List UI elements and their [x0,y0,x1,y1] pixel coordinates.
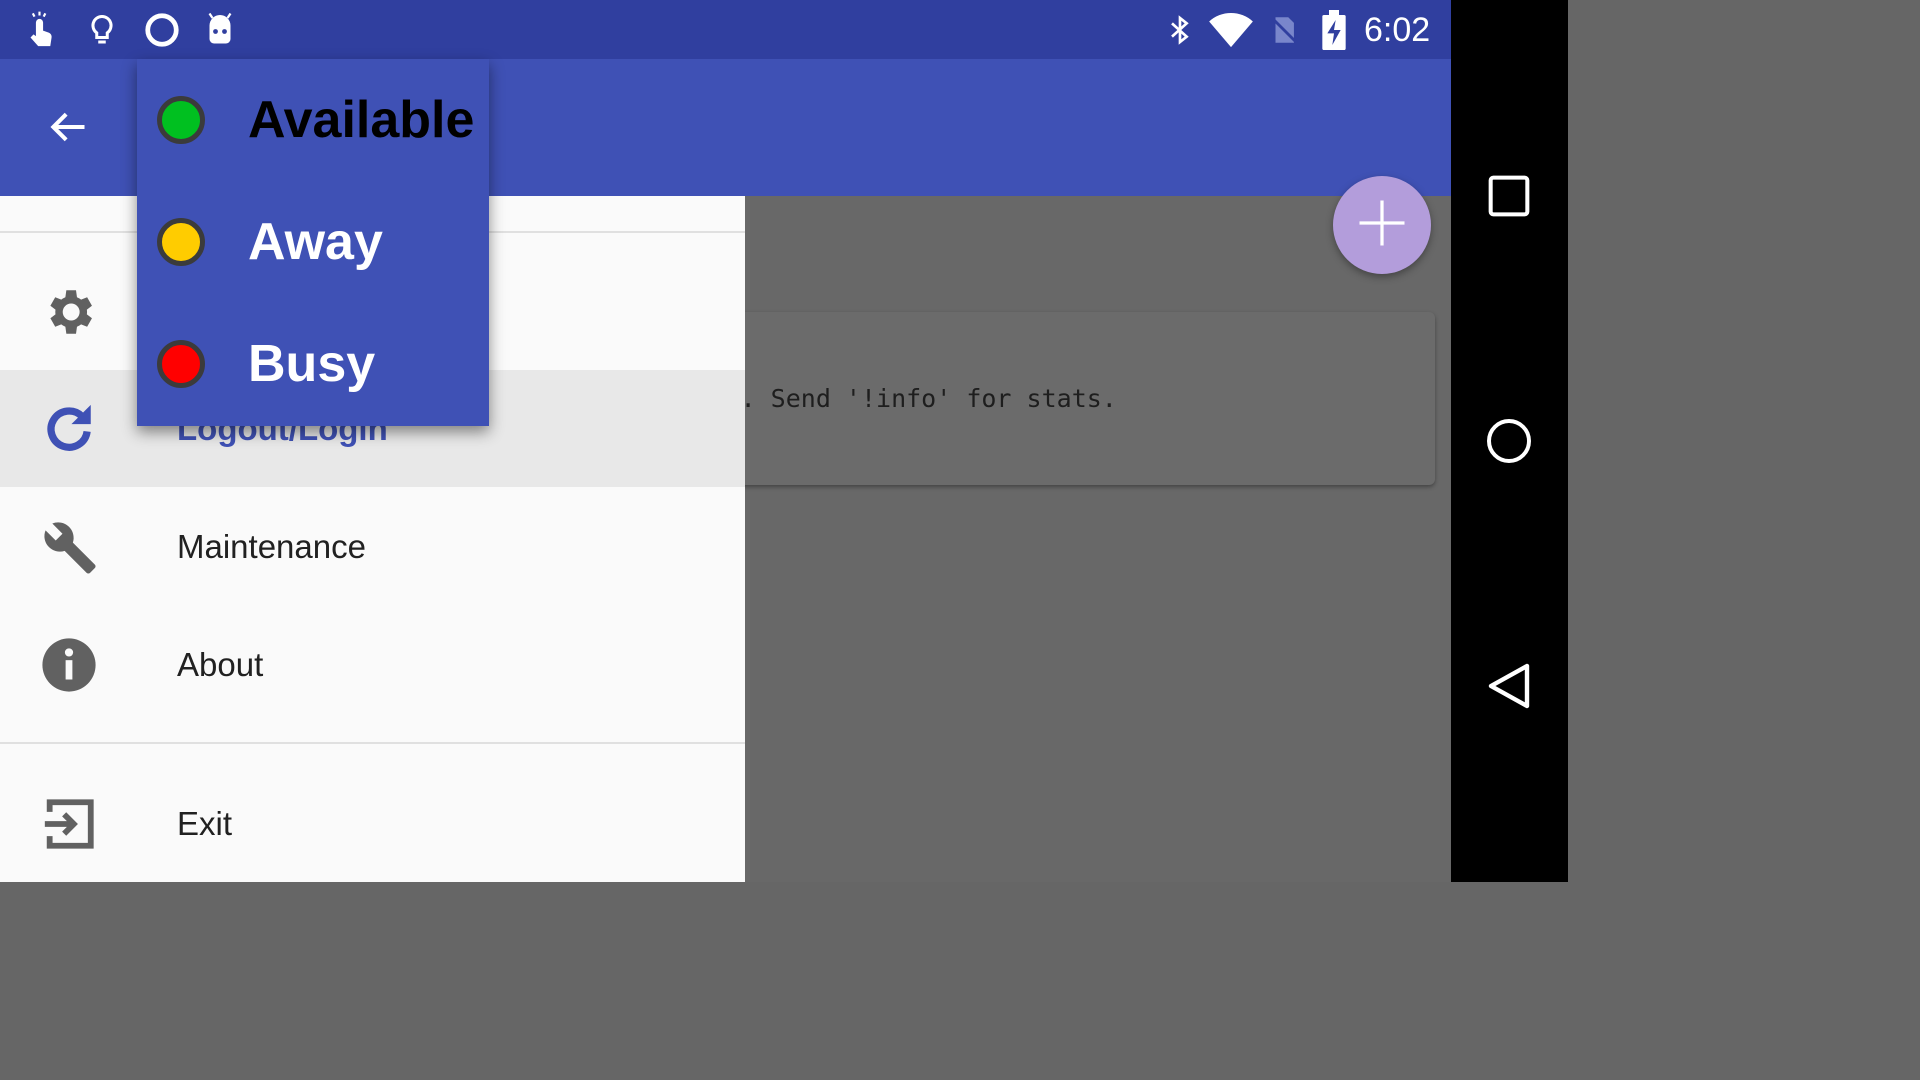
drawer-item-label: Exit [177,805,233,842]
wifi-icon [1208,10,1254,50]
gear-icon [40,283,98,341]
status-option-label: Busy [248,335,376,393]
drawer-item-label: About [177,646,264,683]
status-option-away[interactable]: Away [137,181,489,303]
info-icon [40,636,98,694]
status-dot-icon [157,340,205,388]
battery-charging-icon [1314,10,1354,50]
status-dot-icon [157,96,205,144]
status-bar: 6:02 [0,0,1451,59]
clock: 6:02 [1364,11,1431,49]
wrench-icon [40,518,98,576]
main-content: Bot service. Send '!info' for stats. [745,196,1451,882]
status-option-available[interactable]: Available [137,59,489,181]
lightbulb-icon [82,10,122,50]
back-triangle-icon[interactable] [1479,656,1539,716]
message-card[interactable]: Bot service. Send '!info' for stats. [745,312,1435,485]
add-button[interactable] [1333,176,1431,274]
touch-hand-icon [22,10,62,50]
no-sim-icon [1264,10,1304,50]
home-circle-icon[interactable] [1479,411,1539,471]
navigation-bar [1451,0,1568,882]
exit-icon [40,795,98,853]
message-text: Bot service. Send '!info' for stats. [745,384,1117,413]
plus-icon [1352,193,1412,257]
drawer-item-exit[interactable]: Exit [0,765,745,882]
status-option-label: Available [248,91,475,149]
status-option-busy[interactable]: Busy [137,303,489,425]
drawer-item-label: Maintenance [177,528,366,565]
arrow-back-icon[interactable] [40,99,96,155]
refresh-icon [40,400,98,458]
status-popup-menu: Available Away Busy [137,59,489,426]
status-option-label: Away [248,213,383,271]
drawer-item-about[interactable]: About [0,606,745,723]
status-dot-icon [157,218,205,266]
android-robot-icon [200,10,240,50]
drawer-item-maintenance[interactable]: Maintenance [0,488,745,605]
bluetooth-icon [1160,10,1200,50]
recents-square-icon[interactable] [1479,166,1539,226]
divider [0,742,745,744]
circle-icon [142,10,182,50]
